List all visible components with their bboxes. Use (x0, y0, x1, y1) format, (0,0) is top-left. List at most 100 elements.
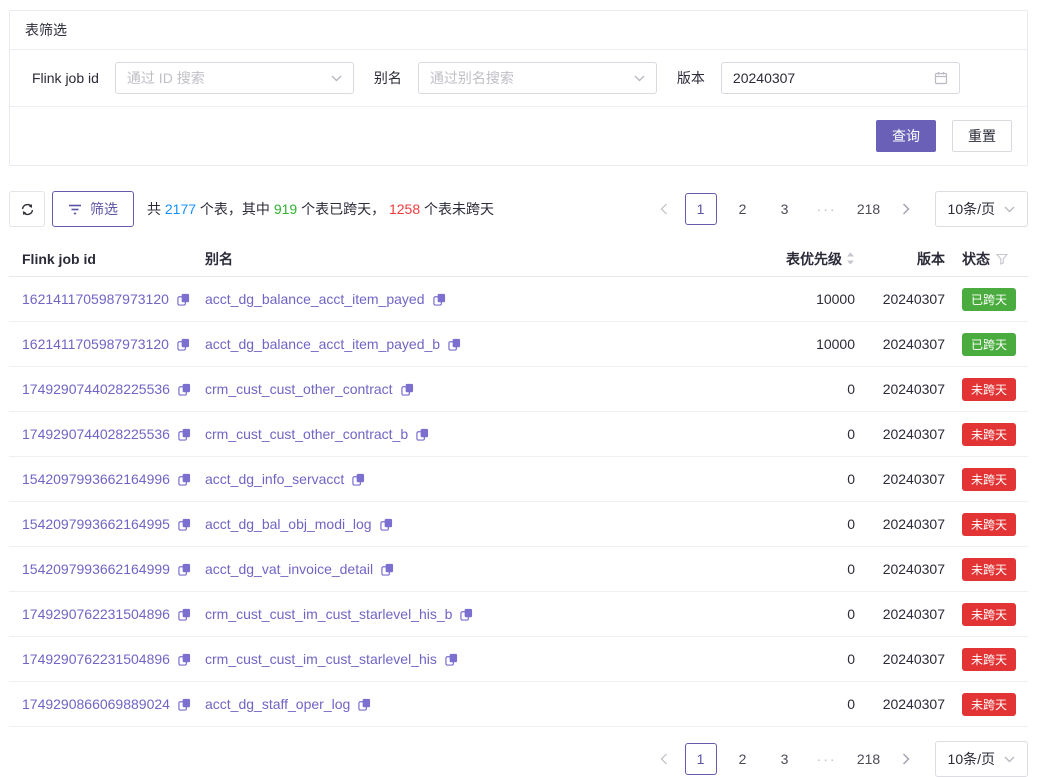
alias-select[interactable]: 通过别名搜索 (418, 62, 657, 94)
copy-icon[interactable] (178, 383, 191, 396)
copy-icon[interactable] (178, 653, 191, 666)
status-badge: 未跨天 (962, 648, 1016, 671)
copy-icon[interactable] (178, 608, 191, 621)
copy-icon[interactable] (178, 563, 191, 576)
flink-job-id-link[interactable]: 1749290762231504896 (22, 606, 170, 622)
version-date-input[interactable] (721, 62, 960, 94)
alias-link[interactable]: crm_cust_cust_im_cust_starlevel_his_b (205, 606, 452, 622)
next-page-button[interactable] (895, 193, 917, 225)
column-header-priority-label: 表优先级 (786, 249, 842, 269)
copy-icon[interactable] (381, 563, 394, 576)
page-button-3[interactable]: 3 (769, 193, 801, 225)
sorter-icon[interactable] (846, 252, 855, 265)
filter-actions-row: 查询 重置 (10, 107, 1027, 165)
flink-job-id-link[interactable]: 1749290744028225536 (22, 426, 170, 442)
table-row: 1542097993662164995 acct_dg_bal_obj_modi… (9, 502, 1028, 547)
page-button-last[interactable]: 218 (853, 743, 885, 775)
copy-icon[interactable] (445, 653, 458, 666)
page-ellipsis[interactable]: ··· (811, 193, 843, 225)
copy-icon[interactable] (352, 473, 365, 486)
alias-label: 别名 (374, 68, 402, 88)
flink-job-id-link[interactable]: 1542097993662164999 (22, 561, 170, 577)
page-size-select[interactable]: 10条/页 (935, 191, 1028, 227)
flink-job-id-cell: 1621411705987973120 (9, 291, 205, 307)
filter-button[interactable]: 筛选 (52, 191, 134, 227)
flink-job-id-link[interactable]: 1542097993662164995 (22, 516, 170, 532)
copy-icon[interactable] (433, 293, 446, 306)
prev-page-button[interactable] (653, 193, 675, 225)
page-ellipsis[interactable]: ··· (811, 743, 843, 775)
column-header-version: 版本 (865, 249, 945, 269)
flink-job-id-link[interactable]: 1749290744028225536 (22, 381, 170, 397)
flink-job-id-link[interactable]: 1621411705987973120 (22, 336, 169, 352)
page-button-2[interactable]: 2 (727, 193, 759, 225)
flink-job-id-link[interactable]: 1621411705987973120 (22, 291, 169, 307)
copy-icon[interactable] (178, 698, 191, 711)
alias-link[interactable]: acct_dg_staff_oper_log (205, 696, 350, 712)
status-cell: 已跨天 (962, 333, 1028, 356)
copy-icon[interactable] (177, 293, 190, 306)
column-header-status[interactable]: 状态 (962, 249, 1028, 269)
flink-job-id-link[interactable]: 1542097993662164996 (22, 471, 170, 487)
flink-job-id-cell: 1749290762231504896 (9, 651, 205, 667)
alias-link[interactable]: crm_cust_cust_other_contract_b (205, 426, 408, 442)
alias-link[interactable]: crm_cust_cust_other_contract (205, 381, 393, 397)
alias-link[interactable]: acct_dg_vat_invoice_detail (205, 561, 373, 577)
funnel-icon[interactable] (996, 253, 1008, 265)
flink-job-id-cell: 1749290866069889024 (9, 696, 205, 712)
priority-cell: 0 (765, 561, 855, 577)
flink-job-id-link[interactable]: 1749290866069889024 (22, 696, 170, 712)
copy-icon[interactable] (380, 518, 393, 531)
alias-cell: acct_dg_vat_invoice_detail (205, 561, 765, 577)
status-badge: 已跨天 (962, 288, 1016, 311)
copy-icon[interactable] (178, 473, 191, 486)
next-page-button[interactable] (895, 743, 917, 775)
page-button-2[interactable]: 2 (727, 743, 759, 775)
alias-cell: crm_cust_cust_other_contract (205, 381, 765, 397)
summary-part2: 个表，其中 (196, 201, 274, 217)
filter-card-title: 表筛选 (10, 11, 1027, 50)
alias-placeholder: 通过别名搜索 (430, 68, 514, 88)
priority-cell: 0 (765, 381, 855, 397)
refresh-button[interactable] (9, 191, 45, 227)
page-button-1[interactable]: 1 (685, 193, 717, 225)
alias-link[interactable]: crm_cust_cust_im_cust_starlevel_his (205, 651, 437, 667)
alias-link[interactable]: acct_dg_bal_obj_modi_log (205, 516, 372, 532)
copy-icon[interactable] (358, 698, 371, 711)
copy-icon[interactable] (401, 383, 414, 396)
flink-job-id-label: Flink job id (32, 70, 99, 86)
alias-link[interactable]: acct_dg_info_servacct (205, 471, 344, 487)
copy-icon[interactable] (178, 518, 191, 531)
alias-link[interactable]: acct_dg_balance_acct_item_payed (205, 291, 425, 307)
filter-lines-icon (68, 204, 82, 215)
version-cell: 20240307 (865, 291, 945, 307)
flink-job-id-cell: 1749290762231504896 (9, 606, 205, 622)
query-button[interactable]: 查询 (876, 120, 936, 152)
page-button-3[interactable]: 3 (769, 743, 801, 775)
status-badge: 已跨天 (962, 333, 1016, 356)
page-button-last[interactable]: 218 (853, 193, 885, 225)
version-value-input[interactable] (733, 70, 913, 86)
flink-job-id-cell: 1542097993662164996 (9, 471, 205, 487)
prev-page-button[interactable] (653, 743, 675, 775)
copy-icon[interactable] (460, 608, 473, 621)
alias-link[interactable]: acct_dg_balance_acct_item_payed_b (205, 336, 440, 352)
copy-icon[interactable] (448, 338, 461, 351)
column-header-priority[interactable]: 表优先级 (765, 249, 855, 269)
flink-job-id-select[interactable]: 通过 ID 搜索 (115, 62, 354, 94)
column-header-alias: 别名 (205, 249, 765, 269)
status-badge: 未跨天 (962, 468, 1016, 491)
priority-cell: 10000 (765, 336, 855, 352)
copy-icon[interactable] (178, 428, 191, 441)
reset-button[interactable]: 重置 (952, 120, 1012, 152)
copy-icon[interactable] (177, 338, 190, 351)
table-row: 1749290744028225536 crm_cust_cust_other_… (9, 367, 1028, 412)
page-size-select[interactable]: 10条/页 (935, 741, 1028, 777)
chevron-right-icon (902, 203, 910, 215)
tables-table: Flink job id 别名 表优先级 版本 状态 162141170 (9, 241, 1028, 727)
copy-icon[interactable] (416, 428, 429, 441)
column-header-flink-job-id: Flink job id (9, 251, 205, 267)
table-header-row: Flink job id 别名 表优先级 版本 状态 (9, 241, 1028, 277)
flink-job-id-link[interactable]: 1749290762231504896 (22, 651, 170, 667)
page-button-1[interactable]: 1 (685, 743, 717, 775)
